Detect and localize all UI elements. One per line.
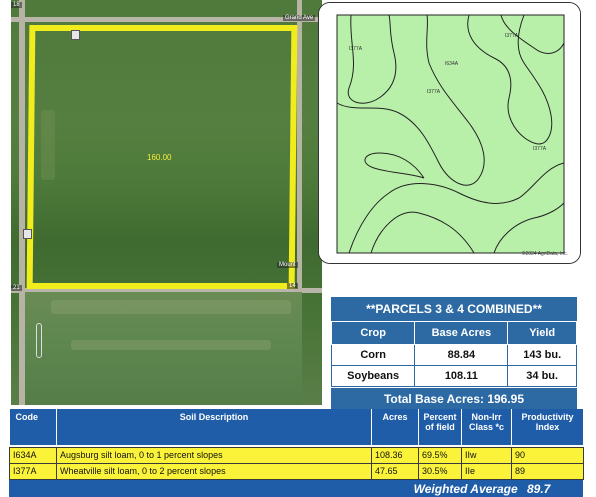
weighted-average-value: 89.7: [527, 481, 551, 496]
field-streak: [51, 300, 291, 314]
code-cell: I634A: [9, 446, 57, 464]
aerial-photo: 160.00 18 Grand Ave Mount 21 14: [11, 0, 322, 405]
road-sign: 21: [11, 285, 22, 291]
col-header-percent: Percent of field: [418, 409, 462, 445]
col-header-productivity: Productivity Index: [511, 409, 584, 445]
base-acres-cell: 88.84: [414, 344, 509, 366]
weighted-average-bar: Weighted Average 89.7: [9, 479, 583, 497]
road-sign: 14: [287, 283, 298, 289]
col-header-crop: Crop: [330, 321, 416, 345]
code-cell: I377A: [9, 462, 57, 480]
crop-cell: Corn: [330, 344, 416, 366]
map-marker: [23, 229, 32, 239]
copyright-notice: ©2024 AgriData, Inc.: [521, 251, 568, 257]
col-header-description: Soil Description: [56, 409, 372, 445]
productivity-cell: 90: [511, 446, 584, 464]
percent-cell: 30.5%: [418, 462, 462, 480]
description-cell: Wheatville silt loam, 0 to 2 percent slo…: [56, 462, 372, 480]
soil-region: [336, 14, 565, 254]
yield-table: Crop Base Acres Yield Corn 88.84 143 bu.…: [330, 321, 577, 387]
soil-map-label: I377A: [505, 33, 519, 39]
soil-table: Code Soil Description Acres Percent of f…: [9, 409, 584, 480]
class-cell: IIe: [461, 462, 512, 480]
table-row: Soybeans 108.11 34 bu.: [330, 365, 577, 387]
soil-table-block: Code Soil Description Acres Percent of f…: [9, 409, 584, 497]
base-acres-cell: 108.11: [414, 365, 509, 387]
road-sign: Grand Ave: [283, 15, 316, 21]
yield-header-row: Crop Base Acres Yield: [330, 321, 577, 345]
yield-cell: 34 bu.: [507, 365, 577, 387]
soil-map-label: I377A: [349, 46, 363, 52]
acres-cell: 47.65: [371, 462, 419, 480]
yield-table-block: **PARCELS 3 & 4 COMBINED** Crop Base Acr…: [330, 297, 577, 410]
col-header-code: Code: [9, 409, 57, 445]
soil-map-drawing: I377A I634A I377A I377A I377A: [319, 3, 580, 263]
map-marker: [71, 30, 80, 40]
road-north: [11, 17, 322, 22]
acres-cell: 108.36: [371, 446, 419, 464]
weighted-average-label: Weighted Average: [413, 481, 518, 496]
total-base-acres: Total Base Acres: 196.95: [331, 388, 577, 410]
table-row: I634A Augsburg silt loam, 0 to 1 percent…: [9, 446, 584, 464]
description-cell: Augsburg silt loam, 0 to 1 percent slope…: [56, 446, 372, 464]
parcels-title: **PARCELS 3 & 4 COMBINED**: [331, 297, 577, 321]
field-marker: [36, 323, 42, 358]
table-row: Corn 88.84 143 bu.: [330, 344, 577, 366]
soil-map-label: I634A: [445, 61, 459, 67]
productivity-cell: 89: [511, 462, 584, 480]
road-sign: Mount: [277, 262, 298, 268]
col-header-yield: Yield: [507, 321, 577, 345]
table-row: I377A Wheatville silt loam, 0 to 2 perce…: [9, 462, 584, 480]
soil-map: I377A I634A I377A I377A I377A ©2024 Agri…: [318, 2, 581, 264]
col-header-base-acres: Base Acres: [414, 321, 509, 345]
soil-header-row: Code Soil Description Acres Percent of f…: [9, 409, 584, 445]
yield-cell: 143 bu.: [507, 344, 577, 366]
acres-label: 160.00: [147, 153, 172, 162]
road-sign: 18: [11, 2, 22, 8]
percent-cell: 69.5%: [418, 446, 462, 464]
field-streak: [71, 340, 271, 350]
col-header-acres: Acres: [371, 409, 419, 445]
soil-map-label: I377A: [427, 89, 441, 95]
soil-map-label: I377A: [533, 146, 547, 152]
class-cell: IIw: [461, 446, 512, 464]
crop-cell: Soybeans: [330, 365, 416, 387]
col-header-class: Non-Irr Class *c: [461, 409, 512, 445]
